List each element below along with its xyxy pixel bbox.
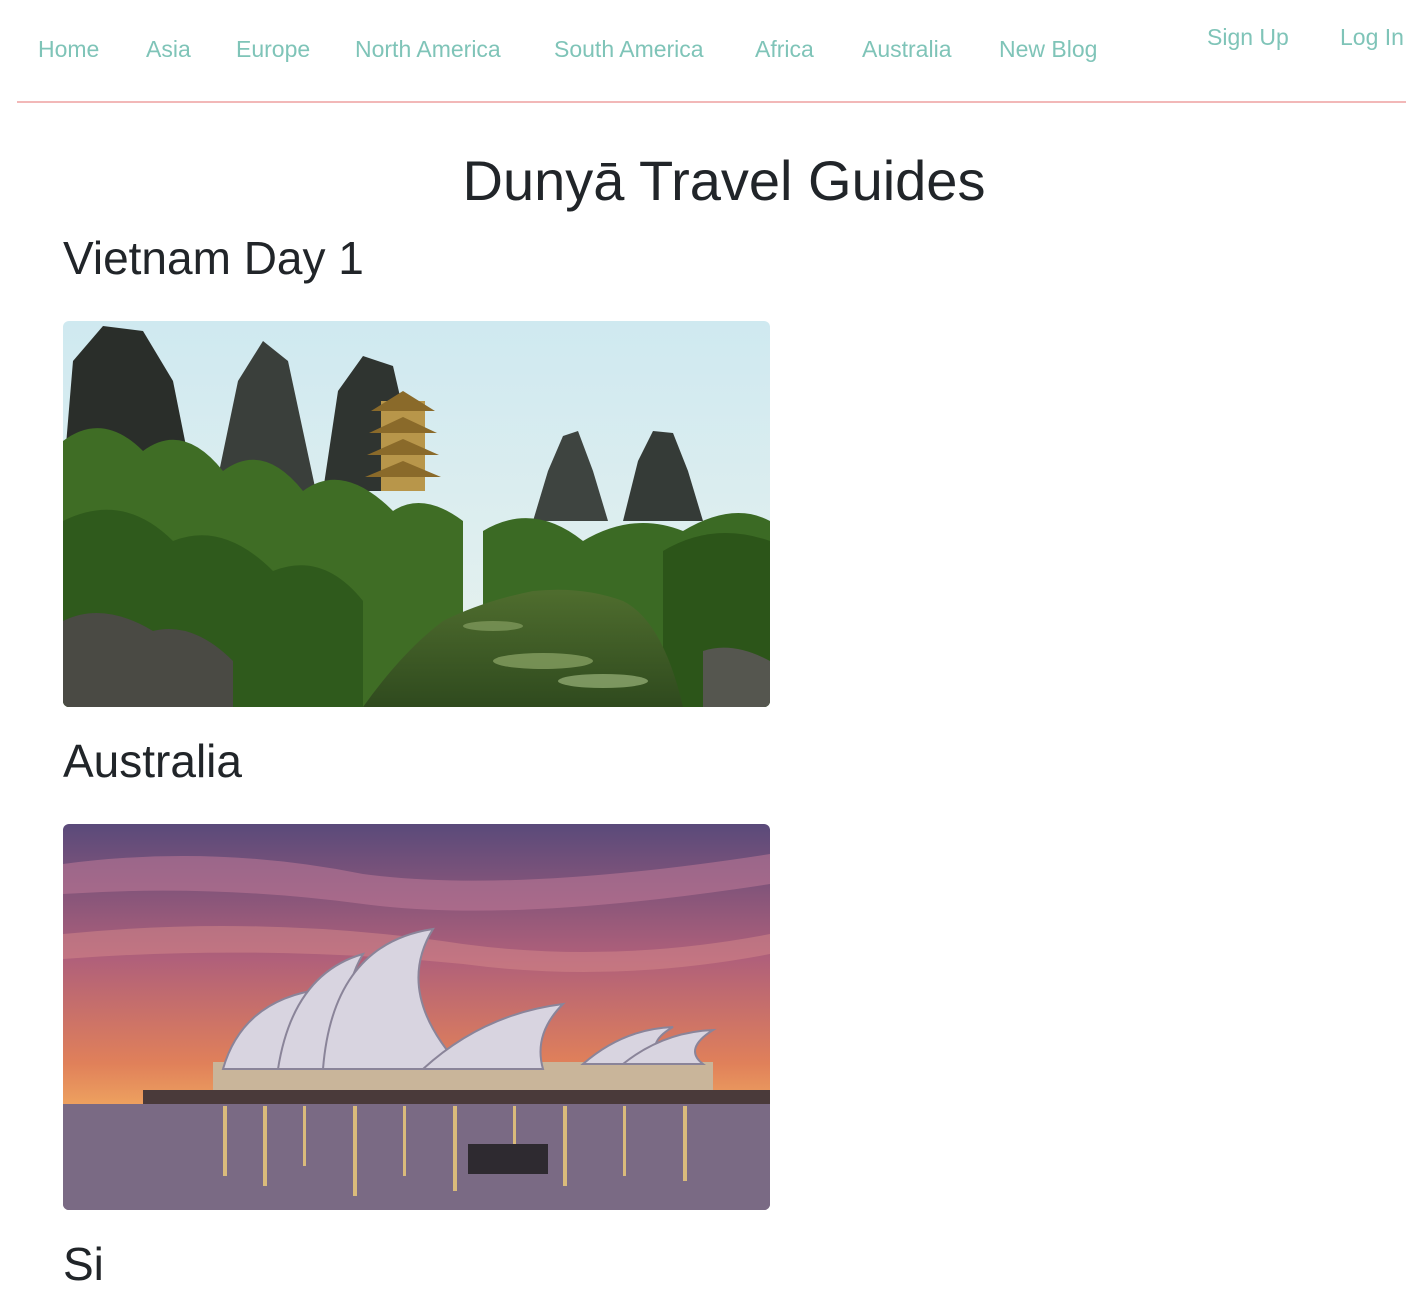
nav-link-africa[interactable]: Africa <box>755 34 814 64</box>
site-title: Dunyā Travel Guides <box>462 149 986 212</box>
nav-link-asia[interactable]: Asia <box>146 34 191 64</box>
post-title-3[interactable]: Si <box>63 1236 104 1292</box>
nav-link-south-america[interactable]: South America <box>554 34 704 64</box>
sign-up-link[interactable]: Sign Up <box>1207 22 1289 52</box>
vietnam-landscape-image <box>63 321 770 707</box>
vietnam-post-image[interactable] <box>63 321 770 707</box>
top-navbar: Home Asia Europe North America South Ame… <box>17 0 1406 103</box>
nav-link-europe[interactable]: Europe <box>236 34 310 64</box>
nav-link-north-america[interactable]: North America <box>355 34 501 64</box>
post-title-australia[interactable]: Australia <box>63 733 242 789</box>
nav-link-australia[interactable]: Australia <box>862 34 951 64</box>
australia-post-image[interactable] <box>63 824 770 1210</box>
sydney-opera-house-image <box>63 824 770 1210</box>
nav-link-new-blog[interactable]: New Blog <box>999 34 1097 64</box>
nav-link-home[interactable]: Home <box>38 34 99 64</box>
post-title-vietnam[interactable]: Vietnam Day 1 <box>63 230 364 286</box>
log-in-link[interactable]: Log In <box>1340 22 1404 52</box>
